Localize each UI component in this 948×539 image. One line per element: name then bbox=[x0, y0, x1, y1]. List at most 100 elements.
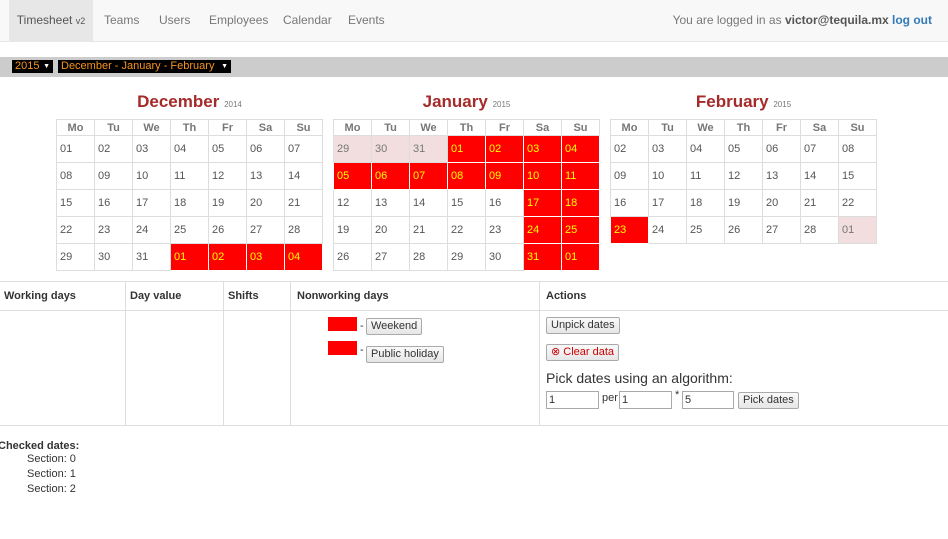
clear-data-button[interactable]: ⊗ Clear data bbox=[546, 344, 620, 361]
calendar-day[interactable]: 27 bbox=[762, 216, 801, 244]
calendar-day[interactable]: 31 bbox=[409, 135, 448, 163]
calendar-day[interactable]: 09 bbox=[610, 162, 649, 190]
calendar-day[interactable]: 01 bbox=[170, 243, 209, 271]
calendar-day[interactable]: 03 bbox=[246, 243, 285, 271]
calendar-day[interactable]: 12 bbox=[208, 162, 247, 190]
calendar-day[interactable]: 22 bbox=[447, 216, 486, 244]
calendar-day[interactable]: 07 bbox=[409, 162, 448, 190]
month-range-select[interactable]: December - January - February ▼ bbox=[58, 60, 231, 73]
calendar-day[interactable]: 21 bbox=[284, 189, 323, 217]
calendar-day[interactable]: 08 bbox=[447, 162, 486, 190]
calendar-day[interactable]: 11 bbox=[561, 162, 600, 190]
calendar-day[interactable]: 28 bbox=[409, 243, 448, 271]
algo-per-input[interactable]: 1 bbox=[619, 391, 672, 409]
nav-users[interactable]: Users bbox=[159, 0, 190, 41]
calendar-day[interactable]: 15 bbox=[838, 162, 877, 190]
calendar-day[interactable]: 19 bbox=[724, 189, 763, 217]
calendar-day[interactable]: 04 bbox=[561, 135, 600, 163]
calendar-day[interactable]: 19 bbox=[208, 189, 247, 217]
calendar-day[interactable]: 05 bbox=[333, 162, 372, 190]
calendar-day[interactable]: 09 bbox=[94, 162, 133, 190]
calendar-day[interactable]: 23 bbox=[94, 216, 133, 244]
calendar-day[interactable]: 03 bbox=[132, 135, 171, 163]
calendar-day[interactable]: 04 bbox=[170, 135, 209, 163]
calendar-day[interactable]: 31 bbox=[523, 243, 562, 271]
calendar-day[interactable]: 19 bbox=[333, 216, 372, 244]
calendar-day[interactable]: 12 bbox=[333, 189, 372, 217]
weekend-button[interactable]: Weekend bbox=[366, 318, 423, 335]
nav-teams[interactable]: Teams bbox=[104, 0, 139, 41]
public-holiday-button[interactable]: Public holiday bbox=[366, 346, 444, 363]
calendar-day[interactable]: 23 bbox=[610, 216, 649, 244]
calendar-day[interactable]: 02 bbox=[94, 135, 133, 163]
calendar-day[interactable]: 14 bbox=[409, 189, 448, 217]
calendar-day[interactable]: 28 bbox=[284, 216, 323, 244]
calendar-day[interactable]: 11 bbox=[686, 162, 725, 190]
calendar-day[interactable]: 04 bbox=[686, 135, 725, 163]
calendar-day[interactable]: 16 bbox=[610, 189, 649, 217]
calendar-day[interactable]: 24 bbox=[648, 216, 687, 244]
calendar-day[interactable]: 18 bbox=[170, 189, 209, 217]
calendar-day[interactable]: 20 bbox=[246, 189, 285, 217]
calendar-day[interactable]: 01 bbox=[447, 135, 486, 163]
calendar-day[interactable]: 29 bbox=[56, 243, 95, 271]
pick-dates-button[interactable]: Pick dates bbox=[738, 392, 799, 409]
calendar-day[interactable]: 01 bbox=[838, 216, 877, 244]
calendar-day[interactable]: 10 bbox=[523, 162, 562, 190]
unpick-dates-button[interactable]: Unpick dates bbox=[546, 317, 620, 334]
logout-link[interactable]: log out bbox=[892, 13, 932, 27]
calendar-day[interactable]: 17 bbox=[648, 189, 687, 217]
calendar-day[interactable]: 07 bbox=[800, 135, 839, 163]
calendar-day[interactable]: 29 bbox=[333, 135, 372, 163]
calendar-day[interactable]: 07 bbox=[284, 135, 323, 163]
calendar-day[interactable]: 17 bbox=[523, 189, 562, 217]
calendar-day[interactable]: 02 bbox=[208, 243, 247, 271]
calendar-day[interactable]: 20 bbox=[762, 189, 801, 217]
calendar-day[interactable]: 16 bbox=[485, 189, 524, 217]
calendar-day[interactable]: 08 bbox=[56, 162, 95, 190]
nav-employees[interactable]: Employees bbox=[209, 0, 268, 41]
calendar-day[interactable]: 06 bbox=[371, 162, 410, 190]
calendar-day[interactable]: 30 bbox=[94, 243, 133, 271]
calendar-day[interactable]: 13 bbox=[371, 189, 410, 217]
calendar-day[interactable]: 20 bbox=[371, 216, 410, 244]
calendar-day[interactable]: 27 bbox=[371, 243, 410, 271]
calendar-day[interactable]: 02 bbox=[610, 135, 649, 163]
nav-calendar[interactable]: Calendar bbox=[283, 0, 332, 41]
calendar-day[interactable]: 12 bbox=[724, 162, 763, 190]
calendar-day[interactable]: 02 bbox=[485, 135, 524, 163]
calendar-day[interactable]: 16 bbox=[94, 189, 133, 217]
calendar-day[interactable]: 04 bbox=[284, 243, 323, 271]
algo-count-input[interactable]: 1 bbox=[546, 391, 599, 409]
calendar-day[interactable]: 17 bbox=[132, 189, 171, 217]
calendar-day[interactable]: 05 bbox=[724, 135, 763, 163]
calendar-day[interactable]: 01 bbox=[561, 243, 600, 271]
calendar-day[interactable]: 26 bbox=[724, 216, 763, 244]
calendar-day[interactable]: 23 bbox=[485, 216, 524, 244]
calendar-day[interactable]: 22 bbox=[56, 216, 95, 244]
calendar-day[interactable]: 24 bbox=[523, 216, 562, 244]
calendar-day[interactable]: 05 bbox=[208, 135, 247, 163]
nav-events[interactable]: Events bbox=[348, 0, 385, 41]
year-select[interactable]: 2015 ▼ bbox=[12, 60, 53, 73]
calendar-day[interactable]: 15 bbox=[56, 189, 95, 217]
calendar-day[interactable]: 22 bbox=[838, 189, 877, 217]
calendar-day[interactable]: 18 bbox=[561, 189, 600, 217]
calendar-day[interactable]: 09 bbox=[485, 162, 524, 190]
calendar-day[interactable]: 14 bbox=[284, 162, 323, 190]
calendar-day[interactable]: 30 bbox=[371, 135, 410, 163]
calendar-day[interactable]: 30 bbox=[485, 243, 524, 271]
algo-multiplier-input[interactable]: 5 bbox=[682, 391, 734, 409]
calendar-day[interactable]: 03 bbox=[523, 135, 562, 163]
calendar-day[interactable]: 11 bbox=[170, 162, 209, 190]
calendar-day[interactable]: 06 bbox=[762, 135, 801, 163]
calendar-day[interactable]: 29 bbox=[447, 243, 486, 271]
calendar-day[interactable]: 31 bbox=[132, 243, 171, 271]
calendar-day[interactable]: 27 bbox=[246, 216, 285, 244]
calendar-day[interactable]: 26 bbox=[208, 216, 247, 244]
calendar-day[interactable]: 25 bbox=[561, 216, 600, 244]
calendar-day[interactable]: 14 bbox=[800, 162, 839, 190]
calendar-day[interactable]: 21 bbox=[800, 189, 839, 217]
calendar-day[interactable]: 25 bbox=[170, 216, 209, 244]
calendar-day[interactable]: 21 bbox=[409, 216, 448, 244]
